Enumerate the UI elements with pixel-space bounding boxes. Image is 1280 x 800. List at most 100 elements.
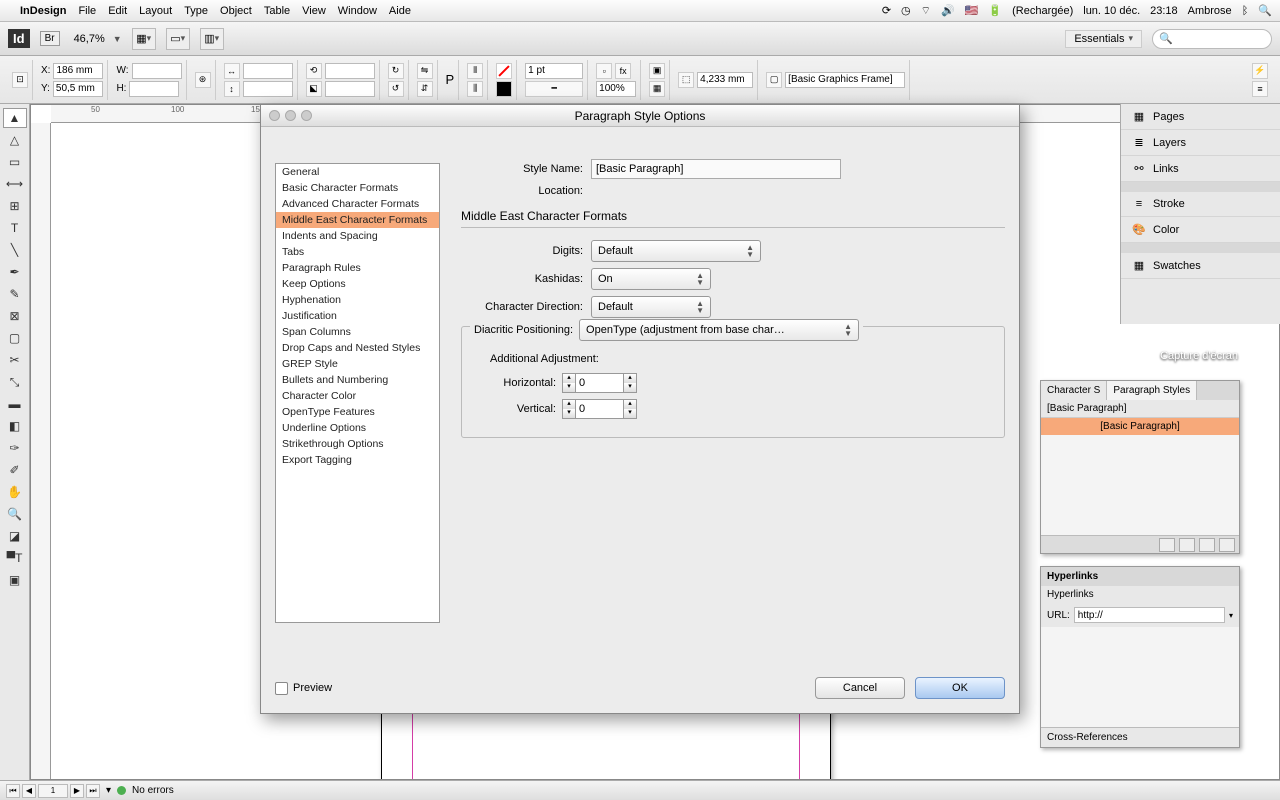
category-item[interactable]: General — [276, 164, 439, 180]
step-up-icon[interactable]: ▴ — [624, 400, 636, 409]
reference-point-icon[interactable]: ⊡ — [12, 72, 28, 88]
shear-icon[interactable]: ⬕ — [306, 81, 322, 97]
align-icon[interactable]: ⫴ — [467, 63, 483, 79]
eyedropper-tool[interactable]: ✐ — [3, 460, 27, 480]
category-item[interactable]: Justification — [276, 308, 439, 324]
step-down-icon[interactable]: ▾ — [563, 409, 575, 418]
wifi-icon[interactable]: ⌔ — [921, 4, 931, 18]
w-input[interactable] — [132, 63, 182, 79]
frame-fit-icon[interactable]: ⬚ — [678, 72, 694, 88]
window-zoom-icon[interactable] — [301, 110, 312, 121]
panel-links[interactable]: ⚯Links — [1121, 156, 1280, 182]
step-up-icon[interactable]: ▴ — [563, 374, 575, 383]
style-list-body[interactable] — [1041, 435, 1239, 535]
category-item[interactable]: Underline Options — [276, 420, 439, 436]
panel-pages[interactable]: ▦Pages — [1121, 104, 1280, 130]
menu-aide[interactable]: Aide — [389, 5, 411, 17]
page-navigator[interactable]: ⏮ ◀ 1 ▶ ⏭ — [6, 784, 100, 798]
paragraph-styles-panel[interactable]: Character S Paragraph Styles [Basic Para… — [1040, 380, 1240, 554]
step-down-icon[interactable]: ▾ — [563, 383, 575, 392]
menu-type[interactable]: Type — [184, 5, 208, 17]
category-item[interactable]: Advanced Character Formats — [276, 196, 439, 212]
url-input[interactable] — [1074, 607, 1225, 623]
battery-icon[interactable]: 🔋 — [988, 4, 1002, 17]
rectangle-tool[interactable]: ▢ — [3, 328, 27, 348]
rotate-cw-icon[interactable]: ↻ — [388, 63, 404, 79]
gap-tool[interactable]: ⟷ — [3, 174, 27, 194]
distribute-icon[interactable]: ⫼ — [467, 81, 483, 97]
vertical-ruler[interactable] — [31, 123, 51, 779]
chevron-down-icon[interactable]: ▾ — [1229, 611, 1233, 620]
direct-selection-tool[interactable]: △ — [3, 130, 27, 150]
category-item[interactable]: Indents and Spacing — [276, 228, 439, 244]
preflight-label[interactable]: No errors — [132, 785, 174, 796]
fx-icon[interactable]: fx — [615, 63, 631, 79]
digits-select[interactable]: Default▲▼ — [591, 240, 761, 262]
step-up-icon[interactable]: ▴ — [563, 400, 575, 409]
note-tool[interactable]: ✑ — [3, 438, 27, 458]
category-list[interactable]: GeneralBasic Character FormatsAdvanced C… — [275, 163, 440, 623]
timemachine-icon[interactable]: ◷ — [901, 4, 911, 17]
quick-apply-icon[interactable]: ⚡ — [1252, 63, 1268, 79]
preview-checkbox[interactable]: Preview — [275, 682, 332, 695]
wrap-none-icon[interactable]: ▣ — [649, 63, 665, 79]
page-number-input[interactable]: 1 — [38, 784, 68, 798]
content-collector-tool[interactable]: ⊞ — [3, 196, 27, 216]
stroke-swatch-icon[interactable] — [496, 81, 512, 97]
fill-swatch-icon[interactable] — [496, 63, 512, 79]
ok-button[interactable]: OK — [915, 677, 1005, 699]
category-item[interactable]: Middle East Character Formats — [276, 212, 439, 228]
category-item[interactable]: OpenType Features — [276, 404, 439, 420]
pen-tool[interactable]: ✒ — [3, 262, 27, 282]
vertical-spinner[interactable]: ▴▾ ▴▾ — [562, 399, 637, 419]
panel-color[interactable]: 🎨Color — [1121, 217, 1280, 243]
spotlight-icon[interactable]: 🔍 — [1258, 4, 1272, 17]
rotate-ccw-icon[interactable]: ↺ — [388, 81, 404, 97]
menu-window[interactable]: Window — [338, 5, 377, 17]
menu-object[interactable]: Object — [220, 5, 252, 17]
hyperlinks-tab[interactable]: Hyperlinks — [1041, 567, 1239, 586]
window-close-icon[interactable] — [269, 110, 280, 121]
category-item[interactable]: Character Color — [276, 388, 439, 404]
menu-table[interactable]: Table — [264, 5, 290, 17]
diacritic-select[interactable]: OpenType (adjustment from base char…▲▼ — [579, 319, 859, 341]
tab-character-styles[interactable]: Character S — [1041, 381, 1107, 400]
workspace-switcher[interactable]: Essentials ▾ — [1065, 30, 1142, 48]
view-options-button[interactable]: ▦▾ — [132, 28, 156, 50]
category-item[interactable]: Drop Caps and Nested Styles — [276, 340, 439, 356]
frame-inset-input[interactable] — [697, 72, 753, 88]
delete-style-button[interactable] — [1219, 538, 1235, 552]
hand-tool[interactable]: ✋ — [3, 482, 27, 502]
step-up-icon[interactable]: ▴ — [624, 374, 636, 383]
flag-icon[interactable]: 🇺🇸 — [965, 4, 979, 17]
dialog-titlebar[interactable]: Paragraph Style Options — [261, 105, 1019, 127]
screen-mode-tool[interactable]: ▣ — [3, 570, 27, 590]
panel-menu-icon[interactable]: ≡ — [1252, 81, 1268, 97]
paragraph-icon[interactable]: P — [446, 72, 455, 87]
cross-references-header[interactable]: Cross-References — [1041, 727, 1239, 747]
category-item[interactable]: Basic Character Formats — [276, 180, 439, 196]
category-item[interactable]: Tabs — [276, 244, 439, 260]
prev-page-icon[interactable]: ◀ — [22, 784, 36, 798]
scissors-tool[interactable]: ✂ — [3, 350, 27, 370]
first-page-icon[interactable]: ⏮ — [6, 784, 20, 798]
pencil-tool[interactable]: ✎ — [3, 284, 27, 304]
time-label[interactable]: 23:18 — [1150, 5, 1178, 17]
screen-mode-button[interactable]: ▭▾ — [166, 28, 190, 50]
line-tool[interactable]: ╲ — [3, 240, 27, 260]
last-page-icon[interactable]: ⏭ — [86, 784, 100, 798]
object-style-select[interactable] — [785, 72, 905, 88]
user-label[interactable]: Ambrose — [1188, 5, 1232, 17]
kashidas-select[interactable]: On▲▼ — [591, 268, 711, 290]
category-item[interactable]: Strikethrough Options — [276, 436, 439, 452]
preflight-status-icon[interactable] — [117, 786, 126, 795]
zoom-dropdown[interactable]: 46,7% ▼ — [70, 31, 122, 47]
apply-color-icon[interactable]: ▀T — [3, 548, 27, 568]
open-icon[interactable]: ▾ — [106, 785, 111, 796]
help-search-input[interactable]: 🔍 — [1152, 29, 1272, 49]
free-transform-tool[interactable]: ⤡ — [3, 372, 27, 392]
hyperlinks-panel[interactable]: Hyperlinks Hyperlinks URL: ▾ Cross-Refer… — [1040, 566, 1240, 748]
flip-h-icon[interactable]: ⇋ — [417, 63, 433, 79]
menu-edit[interactable]: Edit — [108, 5, 127, 17]
selection-tool[interactable]: ▲ — [3, 108, 27, 128]
